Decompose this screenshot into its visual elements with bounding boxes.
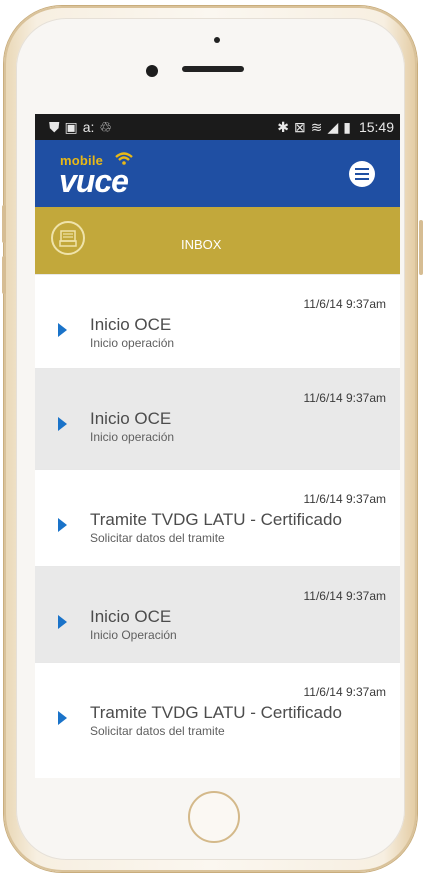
sync-icon: ♲ xyxy=(99,119,112,135)
message-item[interactable]: 11/6/14 9:37am Tramite TVDG LATU - Certi… xyxy=(35,662,400,759)
battery-icon: ▮ xyxy=(343,119,351,135)
message-subtitle: Inicio operación xyxy=(90,336,175,350)
play-arrow-icon xyxy=(58,518,67,532)
message-title: Tramite TVDG LATU - Certificado xyxy=(90,703,342,722)
message-timestamp: 11/6/14 9:37am xyxy=(303,297,386,311)
play-arrow-icon xyxy=(58,323,67,337)
message-subtitle: Solicitar datos del tramite xyxy=(90,724,225,738)
inbox-tab[interactable]: INBOX xyxy=(35,207,400,274)
status-time: 15:49 xyxy=(358,119,394,135)
inbox-tray-icon xyxy=(51,221,85,255)
message-timestamp: 11/6/14 9:37am xyxy=(303,685,386,699)
power-button xyxy=(419,220,423,275)
play-arrow-icon xyxy=(58,615,67,629)
no-sim-icon: ⊠ xyxy=(293,119,306,135)
message-timestamp: 11/6/14 9:37am xyxy=(303,492,386,506)
phone-screen: ⛊ ▣ a: ♲ ✱ ⊠ ≋ ◢ ▮ 15:49 mobile vuce INB… xyxy=(35,114,400,778)
message-title: Tramite TVDG LATU - Certificado xyxy=(90,510,342,529)
message-timestamp: 11/6/14 9:37am xyxy=(303,589,386,603)
play-arrow-icon xyxy=(58,711,67,725)
message-item[interactable]: 11/6/14 9:37am Inicio OCE Inicio Operaci… xyxy=(35,566,400,662)
message-item[interactable]: 11/6/14 9:37am Inicio OCE Inicio operaci… xyxy=(35,368,400,469)
logo-vuce: vuce xyxy=(59,163,129,199)
app-header: mobile vuce xyxy=(35,140,400,207)
bluetooth-icon: ✱ xyxy=(277,119,289,135)
inbox-label: INBOX xyxy=(181,237,222,252)
proximity-sensor xyxy=(214,37,220,43)
message-list: 11/6/14 9:37am Inicio OCE Inicio operaci… xyxy=(35,274,400,759)
message-subtitle: Inicio operación xyxy=(90,430,175,444)
signal-icon: ◢ xyxy=(327,119,339,135)
message-subtitle: Inicio Operación xyxy=(90,628,177,642)
message-title: Inicio OCE xyxy=(90,409,172,428)
wifi-icon: ≋ xyxy=(310,119,323,135)
home-button[interactable] xyxy=(188,791,240,843)
message-item[interactable]: 11/6/14 9:37am Tramite TVDG LATU - Certi… xyxy=(35,469,400,566)
status-bar: ⛊ ▣ a: ♲ ✱ ⊠ ≋ ◢ ▮ 15:49 xyxy=(35,114,400,140)
shield-icon: ⛊ xyxy=(49,119,60,135)
message-subtitle: Solicitar datos del tramite xyxy=(90,531,225,545)
volume-up-button xyxy=(2,205,6,243)
earpiece-speaker xyxy=(182,66,244,72)
image-icon: ▣ xyxy=(64,119,78,135)
front-camera xyxy=(146,65,158,77)
message-item[interactable]: 11/6/14 9:37am Inicio OCE Inicio operaci… xyxy=(35,274,400,368)
volume-down-button xyxy=(2,256,6,294)
hamburger-menu-icon[interactable] xyxy=(349,161,375,187)
message-timestamp: 11/6/14 9:37am xyxy=(303,391,386,405)
play-arrow-icon xyxy=(58,417,67,431)
message-title: Inicio OCE xyxy=(90,607,172,626)
signal-a-icon: a: xyxy=(82,119,95,135)
message-title: Inicio OCE xyxy=(90,315,172,334)
